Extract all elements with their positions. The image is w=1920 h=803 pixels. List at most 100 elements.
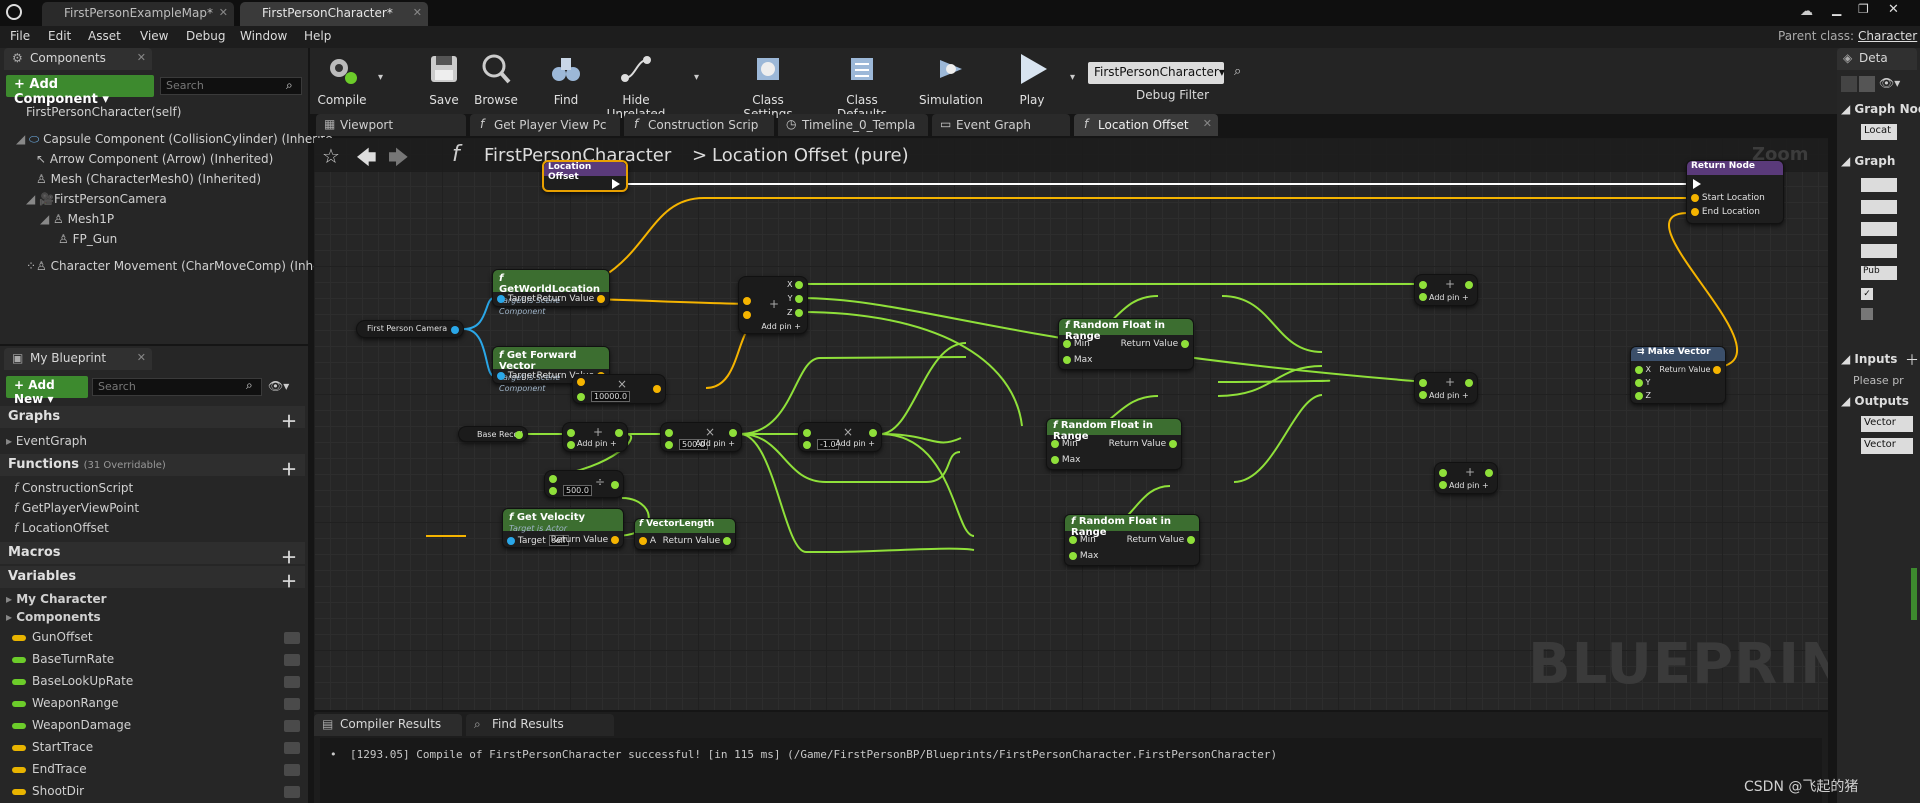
return-node[interactable]: Return Node Start Location End Location: [1686, 160, 1784, 224]
return-value-pin[interactable]: Return Value: [537, 294, 605, 304]
add-variable-icon[interactable]: ＋: [281, 568, 297, 592]
close-icon[interactable]: ✕: [219, 6, 228, 19]
add-function-icon[interactable]: ＋: [281, 456, 297, 480]
menu-view[interactable]: View: [140, 29, 168, 43]
variables-section-header[interactable]: Variables ＋: [0, 566, 305, 591]
variable-item[interactable]: GunOffset: [12, 630, 300, 644]
graph-keywords-input[interactable]: [1861, 222, 1897, 236]
tab-compiler-results[interactable]: ▤ Compiler Results: [314, 714, 462, 736]
class-settings-button[interactable]: Class Settings: [726, 52, 810, 121]
output-vector-2[interactable]: Vector: [1861, 438, 1913, 454]
visibility-toggle-icon[interactable]: [284, 764, 300, 776]
return-value-pin[interactable]: Return Value: [1127, 535, 1195, 545]
add-macro-icon[interactable]: ＋: [281, 544, 297, 568]
z-in-pin[interactable]: Z: [1635, 391, 1651, 400]
divisor-input[interactable]: 500.0: [563, 485, 592, 496]
y-out-pin[interactable]: Y: [788, 294, 803, 303]
find-button[interactable]: Find: [544, 52, 588, 107]
visibility-toggle-icon[interactable]: [284, 654, 300, 666]
add-pin-button[interactable]: Add pin +: [577, 439, 617, 448]
return-value-pin[interactable]: Return Value: [551, 535, 619, 545]
variable-group[interactable]: ▸ My Character: [6, 592, 107, 606]
add-float-node-1[interactable]: + Add pin +: [562, 422, 628, 452]
y-in-pin[interactable]: Y: [1635, 378, 1650, 387]
play-options-chevron-icon[interactable]: ▾: [1070, 72, 1075, 83]
log-area[interactable]: • [1293.05] Compile of FirstPersonCharac…: [320, 738, 1822, 803]
random-float-node-1[interactable]: f Random Float in Range Min Max Return V…: [1058, 318, 1194, 370]
menu-asset[interactable]: Asset: [88, 29, 121, 43]
add-pin-button[interactable]: Add pin +: [695, 439, 735, 448]
float-in-pin[interactable]: [803, 441, 811, 449]
component-mesh1p[interactable]: ◢ ♙ Mesh1P: [40, 212, 114, 226]
visibility-toggle-icon[interactable]: [284, 742, 300, 754]
make-vector-node[interactable]: ⇉ Make Vector X Y Z Return Value: [1630, 346, 1726, 404]
get-velocity-node[interactable]: f Get Velocity Target is Actor Target sel…: [502, 508, 624, 548]
return-value-pin[interactable]: Return Value: [1109, 439, 1177, 449]
close-icon[interactable]: ✕: [1203, 117, 1212, 130]
save-button[interactable]: Save: [422, 52, 466, 107]
multiply-float-node-1[interactable]: 500.0 × Add pin +: [660, 422, 742, 452]
add-input-icon[interactable]: ＋: [1905, 350, 1919, 370]
exec-out-pin[interactable]: [612, 179, 620, 189]
add-component-button[interactable]: + Add Component ▾: [6, 75, 154, 107]
exec-in-pin[interactable]: [1693, 179, 1701, 189]
node-name-input[interactable]: Locat: [1861, 124, 1897, 140]
tab-timeline[interactable]: ◷ Timeline_0_Templa: [778, 114, 928, 136]
multiply-float-node-2[interactable]: -1.0 × Add pin +: [798, 422, 882, 452]
minimize-icon[interactable]: ▁: [1832, 2, 1841, 16]
z-out-pin[interactable]: Z: [787, 308, 803, 317]
variable-group[interactable]: ▸ Components: [6, 610, 101, 624]
blueprint-graph[interactable]: ☆ 🡄 🡆 f FirstPersonCharacter > Location …: [314, 138, 1828, 710]
compile-options-chevron-icon[interactable]: ▾: [378, 72, 383, 83]
float-in-pin[interactable]: [1419, 379, 1427, 387]
return-value-pin[interactable]: Return Value: [1659, 365, 1721, 374]
entry-node[interactable]: Location Offset: [542, 160, 628, 192]
const-checkbox[interactable]: [1861, 308, 1873, 320]
graph-category-select[interactable]: [1861, 200, 1897, 214]
vector-in-pin-a[interactable]: [743, 297, 751, 305]
log-line[interactable]: [1293.05] Compile of FirstPersonCharacte…: [350, 748, 1277, 761]
tab-my-blueprint[interactable]: ▣ My Blueprint ✕: [4, 348, 152, 370]
visibility-toggle-icon[interactable]: [284, 676, 300, 688]
float-in-pin[interactable]: [1439, 469, 1447, 477]
tab-get-player-view[interactable]: f Get Player View Pc: [470, 114, 620, 136]
tab-location-offset[interactable]: f Location Offset ✕: [1074, 114, 1218, 136]
tab-details[interactable]: ◈ Deta: [1837, 48, 1917, 70]
variable-item[interactable]: ShootDir: [12, 784, 300, 798]
component-mesh[interactable]: ♙ Mesh (CharacterMesh0) (Inherited): [36, 172, 261, 186]
max-pin[interactable]: Max: [1069, 551, 1098, 561]
variable-item[interactable]: StartTrace: [12, 740, 300, 754]
close-icon[interactable]: ✕: [137, 51, 146, 64]
macros-section-header[interactable]: Macros ＋: [0, 542, 305, 567]
close-icon[interactable]: ✕: [413, 6, 422, 19]
tab-find-results[interactable]: ⌕ Find Results: [466, 714, 614, 736]
graph-node-section-header[interactable]: ◢ Graph Node: [1841, 102, 1920, 116]
component-fpgun[interactable]: ♙ FP_Gun: [58, 232, 117, 246]
component-self[interactable]: FirstPersonCharacter(self): [26, 105, 181, 119]
float-in-pin[interactable]: [665, 441, 673, 449]
output-vector-1[interactable]: Vector: [1861, 416, 1913, 432]
simulation-button[interactable]: Simulation: [916, 52, 986, 107]
min-pin[interactable]: Min: [1051, 439, 1078, 449]
graph-section-header[interactable]: ◢ Graph: [1841, 154, 1895, 168]
outputs-section-header[interactable]: ◢ Outputs: [1841, 394, 1909, 408]
menu-window[interactable]: Window: [240, 29, 287, 43]
multiplier-input[interactable]: 10000.0: [591, 391, 631, 402]
multiply-node[interactable]: × 10000.0: [572, 374, 666, 404]
tab-components[interactable]: ⚙ Components ✕: [4, 48, 152, 70]
blueprint-search-input[interactable]: Search: [92, 378, 262, 396]
a-pin[interactable]: A: [639, 536, 656, 546]
play-button[interactable]: Play: [1010, 52, 1054, 107]
float-in-pin[interactable]: [549, 487, 557, 495]
return-value-pin[interactable]: Return Value: [1121, 339, 1189, 349]
menu-file[interactable]: File: [10, 29, 30, 43]
doc-tab-map[interactable]: FirstPersonExampleMap* ✕: [42, 2, 234, 26]
vector-in-pin[interactable]: [577, 378, 585, 386]
end-location-pin[interactable]: End Location: [1691, 207, 1760, 217]
add-pin-button[interactable]: Add pin +: [1449, 481, 1489, 490]
scrollbar-thumb[interactable]: [1911, 568, 1917, 620]
component-capsule[interactable]: ◢ ⬭ Capsule Component (CollisionCylinder…: [16, 132, 333, 147]
target-pin[interactable]: Target: [497, 371, 536, 381]
graph-description-input[interactable]: [1861, 178, 1897, 192]
float-out-pin[interactable]: [515, 431, 523, 439]
